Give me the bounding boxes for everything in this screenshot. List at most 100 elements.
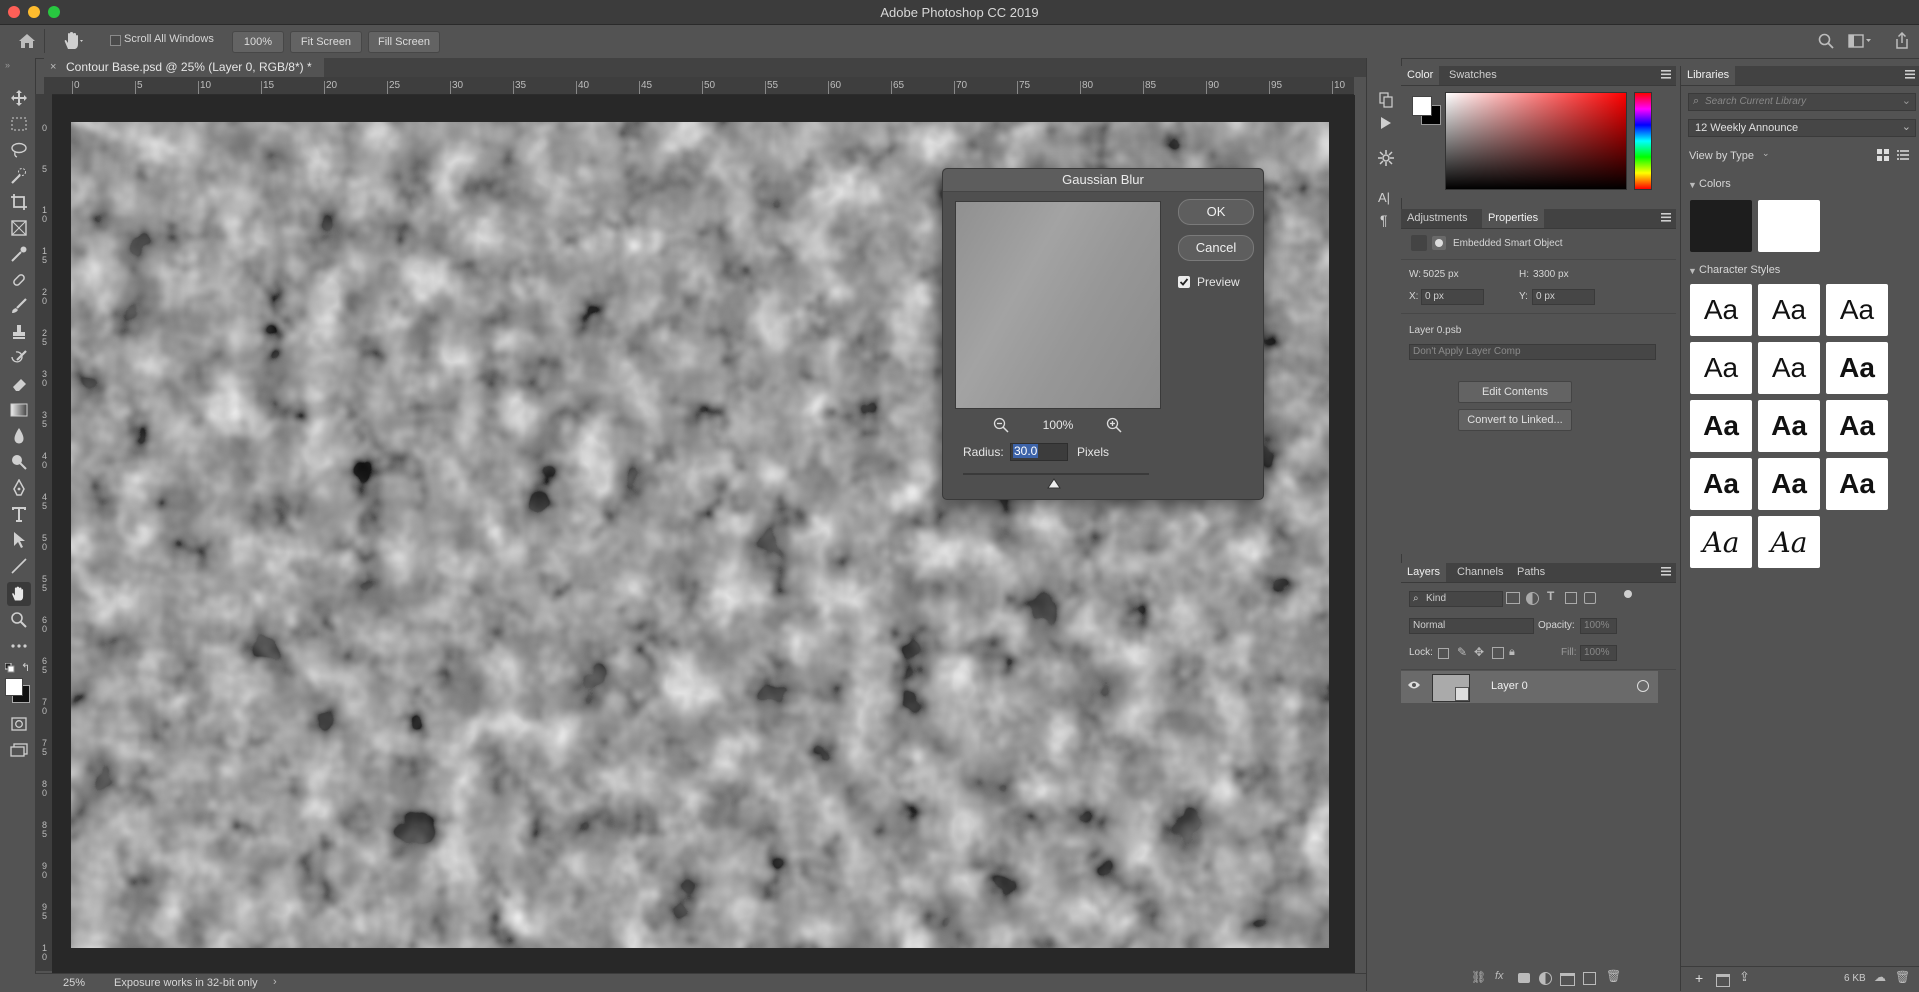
document-tab[interactable]: × Contour Base.psd @ 25% (Layer 0, RGB/8…	[44, 58, 324, 77]
zoom-tool-icon[interactable]	[9, 610, 29, 630]
filter-toggle-icon[interactable]	[1624, 590, 1632, 598]
colors-section-toggle-icon[interactable]: ▼	[1688, 180, 1697, 190]
library-color-swatch[interactable]	[1758, 200, 1820, 252]
character-icon[interactable]: A|	[1378, 190, 1390, 205]
character-style-tile[interactable]: Aa	[1758, 400, 1820, 452]
link-layers-icon[interactable]: ⛓︎	[1471, 970, 1486, 984]
foreground-color-chip[interactable]	[1412, 96, 1432, 116]
fill-screen-button[interactable]: Fill Screen	[368, 31, 440, 53]
dodge-tool-icon[interactable]	[9, 452, 29, 472]
blend-mode-select[interactable]: Normal	[1409, 618, 1534, 634]
character-style-tile[interactable]: Aa	[1826, 458, 1888, 510]
lock-position-icon[interactable]: ✥	[1474, 645, 1484, 659]
opacity-field[interactable]: 100%	[1580, 618, 1617, 634]
history-brush-tool-icon[interactable]	[9, 348, 29, 368]
tab-swatches[interactable]: Swatches	[1443, 66, 1503, 85]
share-icon[interactable]	[1894, 31, 1910, 53]
type-tool-icon[interactable]	[9, 504, 29, 524]
new-adjustment-layer-icon[interactable]	[1539, 972, 1552, 985]
eraser-tool-icon[interactable]	[9, 374, 29, 394]
character-styles-toggle-icon[interactable]: ▼	[1688, 266, 1697, 276]
height-value[interactable]: 3300 px	[1533, 269, 1569, 280]
cancel-button[interactable]: Cancel	[1178, 235, 1254, 261]
brush-settings-icon[interactable]	[1378, 150, 1394, 169]
filter-shape-icon[interactable]	[1565, 592, 1577, 604]
add-mask-icon[interactable]	[1518, 973, 1530, 983]
character-style-tile[interactable]: Aa	[1758, 284, 1820, 336]
fit-screen-button[interactable]: Fit Screen	[290, 31, 362, 53]
visibility-eye-icon[interactable]	[1407, 680, 1421, 693]
layer-thumbnail[interactable]	[1432, 674, 1470, 702]
zoom-in-icon[interactable]	[1106, 417, 1122, 436]
edit-contents-button[interactable]: Edit Contents	[1458, 381, 1572, 403]
line-tool-icon[interactable]	[9, 556, 29, 576]
radius-slider-track[interactable]	[963, 473, 1149, 475]
filter-smart-object-icon[interactable]	[1584, 592, 1596, 604]
delete-layer-icon[interactable]: 🗑︎	[1606, 969, 1621, 983]
pen-tool-icon[interactable]	[9, 478, 29, 498]
filter-pixel-icon[interactable]	[1506, 592, 1520, 604]
radius-slider-thumb[interactable]	[1047, 478, 1061, 492]
layer-filter-select[interactable]: ⌕ Kind	[1409, 591, 1503, 607]
status-menu-arrow-icon[interactable]: ›	[273, 976, 277, 988]
blur-preview[interactable]	[955, 201, 1161, 409]
sync-status-icon[interactable]: ☁︎	[1874, 970, 1886, 984]
character-style-tile[interactable]: Aa	[1826, 342, 1888, 394]
color-field[interactable]	[1445, 92, 1627, 190]
crop-tool-icon[interactable]	[9, 192, 29, 212]
marquee-tool-icon[interactable]	[9, 114, 29, 134]
lock-artboard-icon[interactable]	[1492, 647, 1504, 659]
character-style-tile[interactable]: Aa	[1826, 284, 1888, 336]
character-style-tile[interactable]: Aa	[1758, 458, 1820, 510]
colors-section-header[interactable]: Colors	[1699, 178, 1731, 190]
gradient-tool-icon[interactable]	[9, 400, 29, 420]
chevron-down-icon[interactable]: ⌄	[1902, 94, 1911, 107]
add-content-icon[interactable]: +	[1695, 970, 1703, 986]
x-field[interactable]: 0 px	[1421, 289, 1484, 305]
character-style-tile[interactable]: Aa	[1758, 342, 1820, 394]
new-group-icon[interactable]	[1560, 973, 1575, 986]
panel-menu-icon[interactable]	[1905, 70, 1915, 82]
preview-checkbox[interactable]	[1178, 276, 1190, 288]
move-tool-icon[interactable]	[9, 88, 29, 108]
quick-mask-icon[interactable]	[9, 714, 29, 734]
y-field[interactable]: 0 px	[1532, 289, 1595, 305]
actions-play-icon[interactable]	[1380, 116, 1392, 133]
workspace-icon[interactable]	[1848, 34, 1872, 51]
list-view-icon[interactable]	[1897, 149, 1909, 164]
mask-icon[interactable]	[1432, 236, 1446, 250]
width-value[interactable]: 5025 px	[1423, 269, 1459, 280]
grid-view-icon[interactable]	[1877, 149, 1889, 164]
hue-slider[interactable]	[1634, 92, 1652, 190]
layer-effects-icon[interactable]	[1637, 680, 1649, 692]
filter-adjustment-icon[interactable]	[1526, 592, 1539, 605]
healing-brush-tool-icon[interactable]	[9, 270, 29, 290]
close-document-icon[interactable]: ×	[50, 58, 56, 77]
lock-all-icon[interactable]: 🔒︎	[1509, 646, 1515, 659]
dialog-title[interactable]: Gaussian Blur	[943, 169, 1263, 192]
zoom-level[interactable]: 25%	[63, 977, 85, 989]
library-color-swatch[interactable]	[1690, 200, 1752, 252]
lasso-tool-icon[interactable]	[9, 140, 29, 160]
fill-field[interactable]: 100%	[1580, 645, 1617, 661]
clone-stamp-tool-icon[interactable]	[9, 322, 29, 342]
eyedropper-tool-icon[interactable]	[9, 244, 29, 264]
lock-pixels-icon[interactable]: ✎	[1457, 645, 1467, 659]
home-icon[interactable]	[18, 33, 36, 52]
lock-transparent-icon[interactable]	[1438, 648, 1449, 659]
character-style-tile[interactable]: Aa	[1690, 284, 1752, 336]
folder-icon[interactable]	[1716, 974, 1730, 987]
character-style-tile[interactable]: Aa	[1758, 516, 1820, 568]
library-select[interactable]: 12 Weekly Announce ⌄	[1688, 119, 1916, 137]
tab-adjustments[interactable]: Adjustments	[1401, 209, 1474, 228]
character-style-tile[interactable]: Aa	[1826, 400, 1888, 452]
character-style-tile[interactable]: Aa	[1690, 458, 1752, 510]
filter-type-icon[interactable]: T	[1547, 589, 1554, 603]
tab-paths[interactable]: Paths	[1511, 563, 1551, 582]
character-style-tile[interactable]: Aa	[1690, 400, 1752, 452]
panel-menu-icon[interactable]	[1661, 213, 1671, 225]
radius-input[interactable]: 30.0	[1010, 443, 1068, 461]
scroll-all-windows-checkbox[interactable]	[110, 35, 121, 46]
screen-mode-icon[interactable]	[9, 740, 29, 760]
foreground-color-swatch[interactable]	[5, 678, 23, 696]
